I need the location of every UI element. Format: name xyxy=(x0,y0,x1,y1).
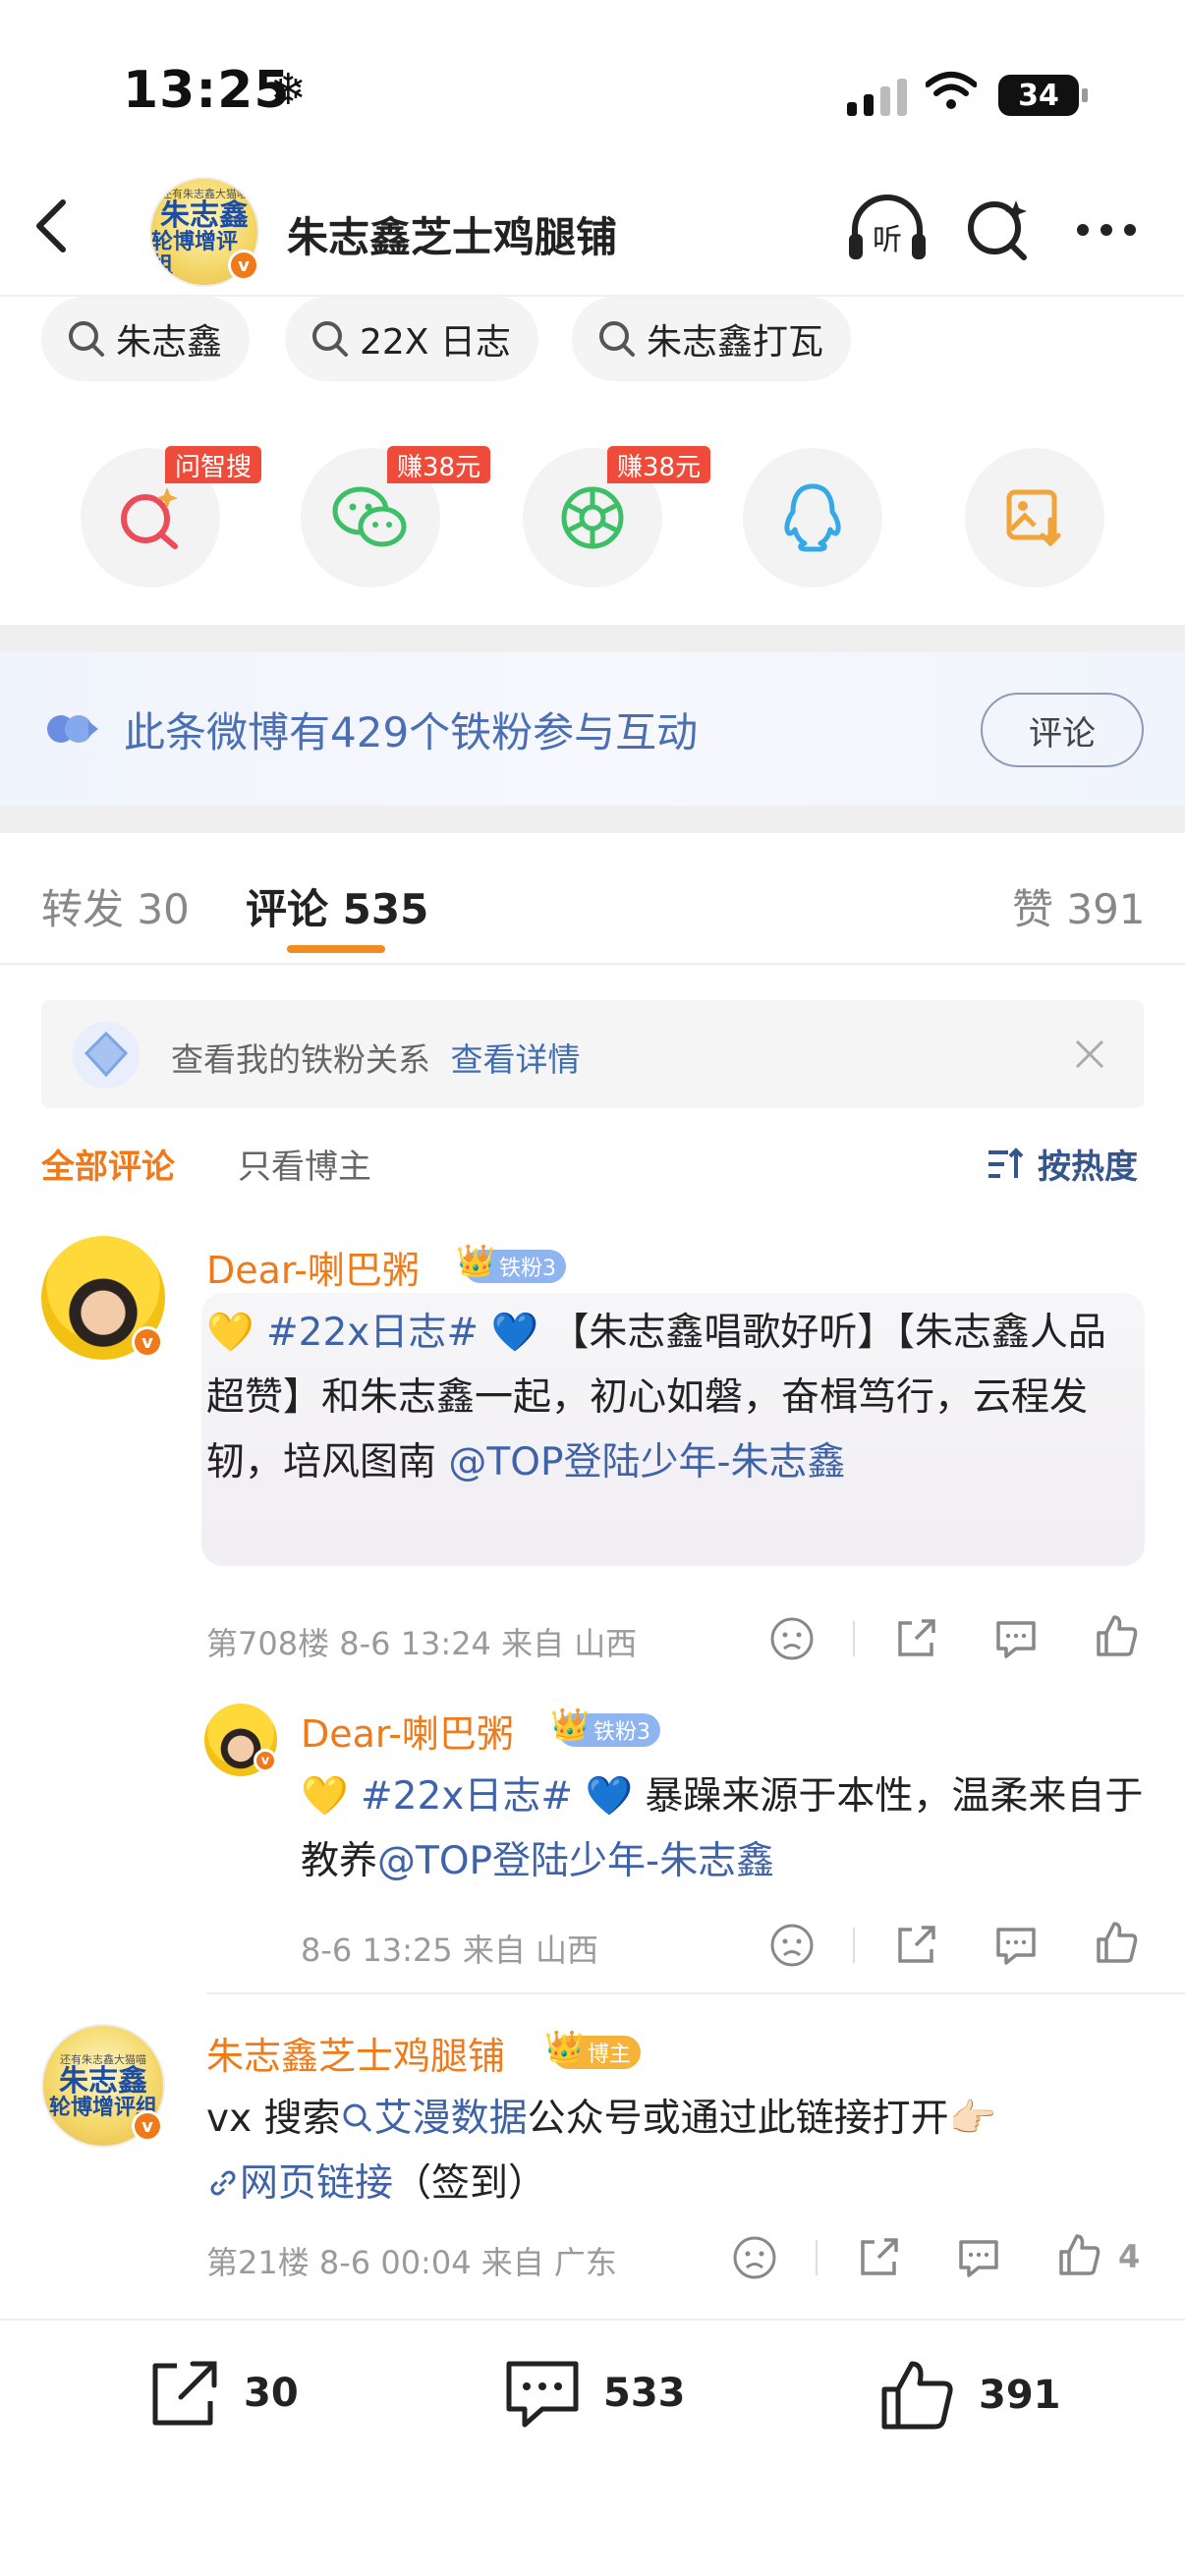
search-icon xyxy=(69,321,104,357)
search-chip-3[interactable]: 朱志鑫打瓦 xyxy=(572,297,852,381)
comment-username[interactable]: Dear-喇巴粥 xyxy=(206,1240,420,1294)
status-time: 13:25 xyxy=(123,61,291,120)
share-icon[interactable] xyxy=(892,1615,939,1662)
fan-badge: 👑 铁粉3 xyxy=(456,1242,566,1283)
web-link[interactable]: 网页链接 xyxy=(206,2161,393,2206)
search-chip-2[interactable]: 22X 日志 xyxy=(285,297,538,381)
host-comment-meta: 第21楼 8-6 00:04 来自 广东 xyxy=(206,2244,617,2281)
host-username[interactable]: 朱志鑫芝士鸡腿铺 xyxy=(206,2026,505,2080)
reply-meta: 8-6 13:25 来自 山西 xyxy=(301,1932,599,1969)
verified-icon: v xyxy=(132,2110,163,2142)
like-icon[interactable] xyxy=(1093,1920,1140,1967)
reply-username[interactable]: Dear-喇巴粥 xyxy=(301,1704,514,1758)
dislike-face-icon[interactable] xyxy=(768,1615,816,1662)
close-icon[interactable] xyxy=(1073,1037,1106,1071)
tab-repost[interactable]: 转发 30 xyxy=(41,876,190,936)
dislike-face-icon[interactable] xyxy=(768,1922,816,1969)
notice-text: 查看我的铁粉关系 xyxy=(171,1040,430,1079)
host-badge: 👑 博主 xyxy=(544,2028,642,2069)
snowflake-icon: ❄ xyxy=(270,65,307,115)
svg-text:听: 听 xyxy=(873,223,902,257)
like-icon[interactable] xyxy=(1093,1613,1140,1660)
tag-ai-search: 问智搜 xyxy=(165,446,262,483)
comment-text: 💛 #22x日志# 💙 【朱志鑫唱歌好听】【朱志鑫人品超赞】和朱志鑫一起，初心如… xyxy=(206,1311,1106,1484)
page-title: 朱志鑫芝士鸡腿铺 xyxy=(287,213,618,261)
share-qq[interactable] xyxy=(743,448,882,588)
tab-underline xyxy=(287,945,385,953)
share-icon[interactable] xyxy=(892,1922,939,1969)
host-comment-likes: 4 xyxy=(1118,2238,1141,2275)
share-icon[interactable] xyxy=(855,2234,902,2281)
battery-icon: 34 xyxy=(998,75,1088,116)
search-chip-1[interactable]: 朱志鑫 xyxy=(41,297,251,381)
host-avatar[interactable]: 还有朱志鑫大猫喵 朱志鑫 轮博增评组 v xyxy=(41,2024,165,2148)
wifi-icon xyxy=(926,72,977,109)
dislike-face-icon[interactable] xyxy=(731,2234,778,2281)
repost-icon xyxy=(152,2361,217,2426)
sort-icon xyxy=(988,1147,1024,1178)
like-icon xyxy=(881,2361,953,2430)
listen-icon[interactable]: 听 xyxy=(847,195,928,263)
tag-wechat-reward: 赚38元 xyxy=(387,446,491,483)
battery-level: 34 xyxy=(1018,78,1059,113)
bottom-like-button[interactable]: 391 xyxy=(878,2358,1061,2433)
fan-badge: 👑 铁粉3 xyxy=(550,1706,660,1747)
more-icon[interactable] xyxy=(1077,224,1136,236)
search-icon[interactable] xyxy=(965,196,1032,263)
save-image-icon xyxy=(1006,489,1061,547)
signal-icon xyxy=(847,79,907,116)
link-icon xyxy=(210,2170,236,2196)
wechat-icon xyxy=(332,486,407,547)
tag-moments-reward: 赚38元 xyxy=(607,446,711,483)
verified-icon: v xyxy=(254,1749,277,1772)
crown-icon: 👑 xyxy=(550,1706,590,1743)
comment-icon xyxy=(506,2361,579,2428)
share-save-image[interactable] xyxy=(965,448,1104,588)
sort-button[interactable]: 按热度 xyxy=(987,1140,1138,1188)
search-word-link[interactable]: 艾漫数据 xyxy=(341,2097,528,2141)
bottom-repost-button[interactable]: 30 xyxy=(147,2358,299,2429)
crown-icon: 👑 xyxy=(544,2028,584,2065)
back-icon[interactable] xyxy=(31,196,71,255)
crown-icon: 👑 xyxy=(456,1242,495,1279)
search-icon xyxy=(599,321,635,357)
diamond-icon xyxy=(73,1022,140,1089)
verified-icon: v xyxy=(132,1326,163,1358)
comment-meta: 第708楼 8-6 13:24 来自 山西 xyxy=(206,1625,638,1662)
verified-icon: v xyxy=(228,250,259,281)
search-icon xyxy=(343,2103,371,2133)
search-icon xyxy=(312,321,348,357)
header-avatar[interactable]: 还有朱志鑫大猫喵 朱志鑫 轮博增评组 v xyxy=(149,177,259,287)
host-comment-text: vx 搜索 艾漫数据公众号或通过此链接打开👉🏻 网页链接（签到） xyxy=(206,2097,997,2206)
reply-icon[interactable] xyxy=(992,1615,1040,1662)
ai-search-icon xyxy=(121,487,178,549)
like-icon[interactable] xyxy=(1055,2232,1102,2279)
reply-icon[interactable] xyxy=(992,1922,1040,1969)
filter-host-only[interactable]: 只看博主 xyxy=(238,1140,371,1188)
notice-link[interactable]: 查看详情 xyxy=(451,1040,581,1079)
tab-like[interactable]: 赞 391 xyxy=(1012,876,1146,936)
filter-all[interactable]: 全部评论 xyxy=(41,1140,175,1188)
fans-text: 此条微博有429个铁粉参与互动 xyxy=(124,708,699,756)
reply-icon[interactable] xyxy=(955,2234,1002,2281)
reply-text: 💛 #22x日志# 💙 暴躁来源于本性，温柔来自于教养@TOP登陆少年-朱志鑫 xyxy=(301,1774,1144,1883)
tab-comment[interactable]: 评论 535 xyxy=(246,876,428,936)
bottom-comment-button[interactable]: 533 xyxy=(503,2358,686,2429)
qq-icon xyxy=(784,483,841,552)
fans-icon xyxy=(47,715,98,743)
banner-comment-button[interactable]: 评论 xyxy=(981,693,1144,767)
moments-icon xyxy=(561,486,624,549)
